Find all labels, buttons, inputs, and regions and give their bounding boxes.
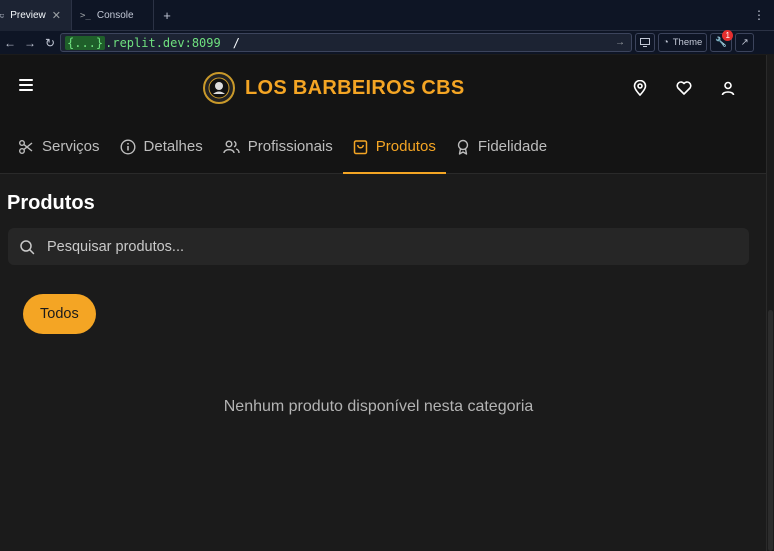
scissors-icon bbox=[19, 139, 33, 154]
map-pin-icon[interactable] bbox=[630, 78, 650, 98]
theme-label: Theme bbox=[672, 37, 703, 48]
shopping-bag-icon bbox=[353, 139, 368, 154]
search-icon bbox=[20, 239, 35, 254]
open-external-icon[interactable]: ↗ bbox=[735, 33, 755, 52]
url-domain: .replit.dev:8099 bbox=[105, 35, 221, 50]
ide-tab-label: Console bbox=[96, 10, 134, 21]
tab-label: Produtos bbox=[375, 138, 436, 155]
page-title: Produtos bbox=[7, 192, 95, 214]
url-input[interactable]: {...} .replit.dev:8099 / → bbox=[60, 33, 632, 52]
info-icon bbox=[120, 138, 136, 155]
search-placeholder: Pesquisar produtos... bbox=[47, 238, 185, 255]
tab-label: Serviços bbox=[42, 138, 100, 155]
ide-tab-strip: Preview ✕ >_ Console + ⋮ bbox=[0, 0, 774, 31]
tab-produtos[interactable]: Produtos bbox=[342, 120, 446, 174]
notification-badge: 1 bbox=[722, 30, 734, 41]
ide-tab-preview[interactable]: Preview ✕ bbox=[0, 0, 72, 31]
tab-detalhes[interactable]: Detalhes bbox=[110, 120, 213, 173]
go-arrow-icon[interactable]: → bbox=[615, 37, 625, 48]
monitor-icon bbox=[0, 13, 5, 18]
search-input[interactable]: Pesquisar produtos... bbox=[8, 228, 749, 265]
user-icon[interactable] bbox=[718, 78, 738, 98]
tab-label: Profissionais bbox=[247, 138, 333, 155]
new-tab-button[interactable]: + bbox=[154, 0, 180, 30]
palette-icon: ◔ bbox=[663, 37, 669, 48]
tab-servicos[interactable]: Serviços bbox=[8, 120, 110, 173]
users-icon bbox=[223, 140, 240, 153]
url-host: {...} bbox=[65, 35, 106, 50]
brand[interactable]: LOS BARBEIROS CBS bbox=[203, 72, 465, 104]
reload-icon[interactable]: ↻ bbox=[40, 36, 60, 50]
app-header: LOS BARBEIROS CBS bbox=[0, 55, 766, 120]
forward-icon[interactable]: → bbox=[20, 36, 40, 50]
tab-label: Detalhes bbox=[143, 138, 203, 155]
close-icon[interactable]: ✕ bbox=[52, 9, 61, 22]
theme-button[interactable]: ◔ Theme bbox=[658, 33, 708, 52]
tab-label: Fidelidade bbox=[477, 138, 548, 155]
address-bar: ← → ↻ {...} .replit.dev:8099 / → ◔ Theme… bbox=[0, 30, 774, 54]
barber-logo-icon bbox=[203, 72, 235, 104]
heart-icon[interactable] bbox=[674, 78, 694, 98]
section-tabs: Serviços Detalhes Profissionais Produtos… bbox=[0, 120, 766, 174]
url-path: / bbox=[232, 35, 240, 50]
devtools-button[interactable]: 🔧 1 bbox=[710, 30, 734, 52]
terminal-icon: >_ bbox=[80, 10, 91, 21]
menu-icon[interactable] bbox=[19, 79, 33, 91]
ide-tab-console[interactable]: >_ Console bbox=[72, 0, 154, 31]
brand-name: LOS BARBEIROS CBS bbox=[245, 76, 465, 99]
filter-chip-todos[interactable]: Todos bbox=[23, 294, 96, 334]
empty-state-message: Nenhum produto disponível nesta categori… bbox=[223, 398, 534, 415]
scrollbar-thumb[interactable] bbox=[768, 310, 773, 551]
tab-fidelidade[interactable]: Fidelidade bbox=[446, 120, 557, 173]
scrollbar[interactable] bbox=[766, 55, 774, 551]
more-menu-button[interactable]: ⋮ bbox=[744, 0, 774, 30]
app-viewport: LOS BARBEIROS CBS Serviços Detalhes Prof… bbox=[0, 55, 766, 551]
award-icon bbox=[457, 139, 469, 155]
back-icon[interactable]: ← bbox=[0, 36, 20, 50]
screen-icon[interactable] bbox=[635, 33, 655, 52]
tab-profissionais[interactable]: Profissionais bbox=[213, 120, 343, 173]
ide-tab-label: Preview bbox=[10, 10, 46, 21]
